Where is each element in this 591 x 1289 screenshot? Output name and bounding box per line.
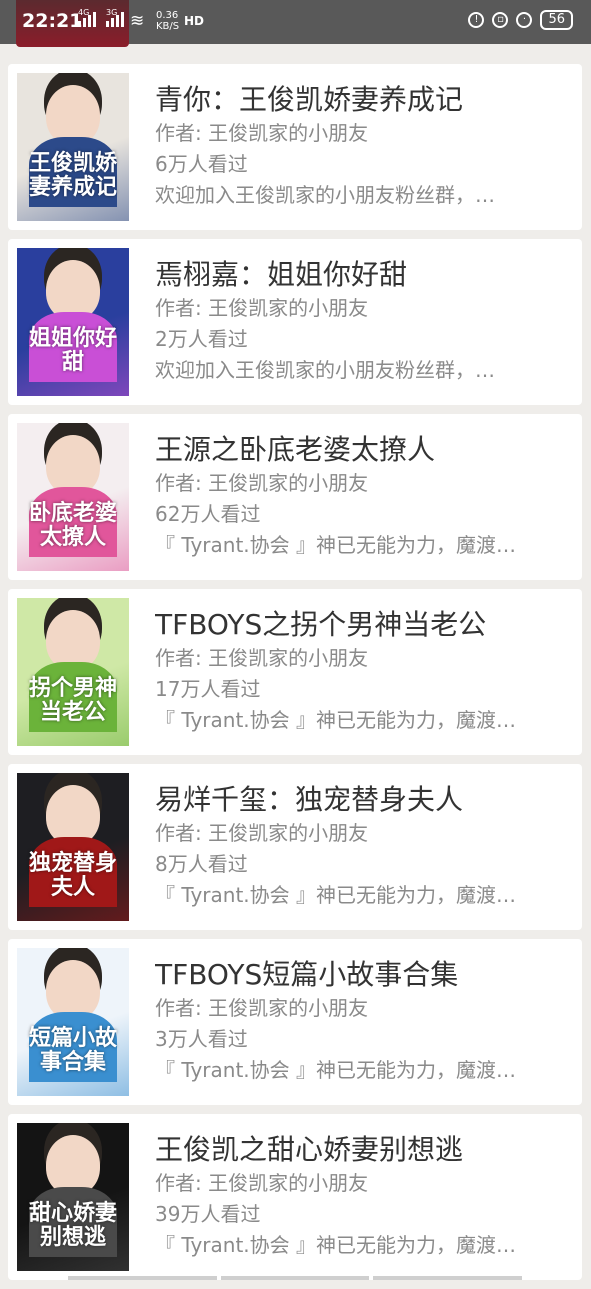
cover-title-art: 独宠替身夫人 [28,850,117,900]
status-bar: 22:21 4G 3G ≋ 0.36 KB/S HD ! ▫ · 56 [0,0,591,47]
book-card[interactable]: 姐姐你好甜 焉栩嘉：姐姐你好甜 作者: 王俊凯家的小朋友 2万人看过 欢迎加入王… [8,239,582,405]
book-title[interactable]: TFBOYS之拐个男神当老公 [155,607,568,643]
book-card[interactable]: 拐个男神当老公 TFBOYS之拐个男神当老公 作者: 王俊凯家的小朋友 17万人… [8,589,582,755]
book-description: 欢迎加入王俊凯家的小朋友粉丝群，… [155,183,495,207]
book-description: 欢迎加入王俊凯家的小朋友粉丝群，… [155,358,495,382]
book-title[interactable]: 焉栩嘉：姐姐你好甜 [155,257,568,293]
book-cover[interactable]: 姐姐你好甜 [17,248,129,396]
cover-portrait [46,260,100,320]
book-cover[interactable]: 王俊凯娇妻养成记 [17,73,129,221]
cover-title-art: 拐个男神当老公 [28,675,117,725]
book-description: 『 Tyrant.协会 』神已无能为力，魔渡… [155,883,517,907]
book-views: 39万人看过 [155,1202,261,1226]
cover-title-art: 短篇小故事合集 [28,1025,117,1075]
cover-portrait [46,960,100,1020]
book-title[interactable]: TFBOYS短篇小故事合集 [155,957,568,993]
book-cover[interactable]: 甜心娇妻别想逃 [17,1123,129,1271]
bottom-nav-indicator [68,1276,523,1280]
book-cover[interactable]: 拐个男神当老公 [17,598,129,746]
book-cover[interactable]: 独宠替身夫人 [17,773,129,921]
cover-portrait [46,1135,100,1195]
cell-signal-2-icon: 3G [106,8,124,27]
book-author: 作者: 王俊凯家的小朋友 [155,471,369,495]
book-info: 王源之卧底老婆太撩人 作者: 王俊凯家的小朋友 62万人看过 『 Tyrant.… [155,432,568,561]
cover-portrait [46,85,100,145]
book-views: 2万人看过 [155,327,248,351]
wifi-icon: ≋ [130,11,145,31]
book-description: 『 Tyrant.协会 』神已无能为力，魔渡… [155,1233,517,1257]
cover-portrait [46,435,100,495]
book-title[interactable]: 易烊千玺：独宠替身夫人 [155,782,568,818]
clock: 22:21 [22,10,83,32]
book-views: 3万人看过 [155,1027,248,1051]
cover-title-art: 甜心娇妻别想逃 [28,1200,117,1250]
book-title[interactable]: 青你：王俊凯娇妻养成记 [155,82,568,118]
hd-icon: HD [184,14,205,28]
book-list: 王俊凯娇妻养成记 青你：王俊凯娇妻养成记 作者: 王俊凯家的小朋友 6万人看过 … [8,64,582,1289]
book-author: 作者: 王俊凯家的小朋友 [155,1171,369,1195]
book-cover[interactable]: 卧底老婆太撩人 [17,423,129,571]
book-info: 青你：王俊凯娇妻养成记 作者: 王俊凯家的小朋友 6万人看过 欢迎加入王俊凯家的… [155,82,568,211]
cover-title-art: 王俊凯娇妻养成记 [28,150,117,200]
cover-title-art: 卧底老婆太撩人 [28,500,117,550]
book-info: 焉栩嘉：姐姐你好甜 作者: 王俊凯家的小朋友 2万人看过 欢迎加入王俊凯家的小朋… [155,257,568,386]
book-author: 作者: 王俊凯家的小朋友 [155,821,369,845]
book-author: 作者: 王俊凯家的小朋友 [155,296,369,320]
book-title[interactable]: 王源之卧底老婆太撩人 [155,432,568,468]
book-views: 17万人看过 [155,677,261,701]
book-description: 『 Tyrant.协会 』神已无能为力，魔渡… [155,1058,517,1082]
cover-title-art: 姐姐你好甜 [28,325,117,375]
book-card[interactable]: 王俊凯娇妻养成记 青你：王俊凯娇妻养成记 作者: 王俊凯家的小朋友 6万人看过 … [8,64,582,230]
book-info: TFBOYS之拐个男神当老公 作者: 王俊凯家的小朋友 17万人看过 『 Tyr… [155,607,568,736]
alarm-off-icon: ! [468,12,485,28]
book-description: 『 Tyrant.协会 』神已无能为力，魔渡… [155,533,517,557]
cover-portrait [46,785,100,845]
book-description: 『 Tyrant.协会 』神已无能为力，魔渡… [155,708,517,732]
book-card[interactable]: 独宠替身夫人 易烊千玺：独宠替身夫人 作者: 王俊凯家的小朋友 8万人看过 『 … [8,764,582,930]
book-author: 作者: 王俊凯家的小朋友 [155,121,369,145]
book-cover[interactable]: 短篇小故事合集 [17,948,129,1096]
clock-icon: · [516,12,533,28]
book-title[interactable]: 王俊凯之甜心娇妻别想逃 [155,1132,568,1168]
book-card[interactable]: 卧底老婆太撩人 王源之卧底老婆太撩人 作者: 王俊凯家的小朋友 62万人看过 『… [8,414,582,580]
book-info: 王俊凯之甜心娇妻别想逃 作者: 王俊凯家的小朋友 39万人看过 『 Tyrant… [155,1132,568,1261]
lock-icon: ▫ [492,12,509,28]
cover-portrait [46,610,100,670]
book-views: 62万人看过 [155,502,261,526]
book-info: 易烊千玺：独宠替身夫人 作者: 王俊凯家的小朋友 8万人看过 『 Tyrant.… [155,782,568,911]
book-info: TFBOYS短篇小故事合集 作者: 王俊凯家的小朋友 3万人看过 『 Tyran… [155,957,568,1086]
book-views: 6万人看过 [155,152,248,176]
battery-icon: 56 [540,10,573,30]
cell-signal-icon: 4G [78,8,96,27]
book-author: 作者: 王俊凯家的小朋友 [155,646,369,670]
network-speed: 0.36 KB/S [156,10,180,32]
book-card[interactable]: 短篇小故事合集 TFBOYS短篇小故事合集 作者: 王俊凯家的小朋友 3万人看过… [8,939,582,1105]
book-views: 8万人看过 [155,852,248,876]
book-author: 作者: 王俊凯家的小朋友 [155,996,369,1020]
book-card[interactable]: 甜心娇妻别想逃 王俊凯之甜心娇妻别想逃 作者: 王俊凯家的小朋友 39万人看过 … [8,1114,582,1280]
